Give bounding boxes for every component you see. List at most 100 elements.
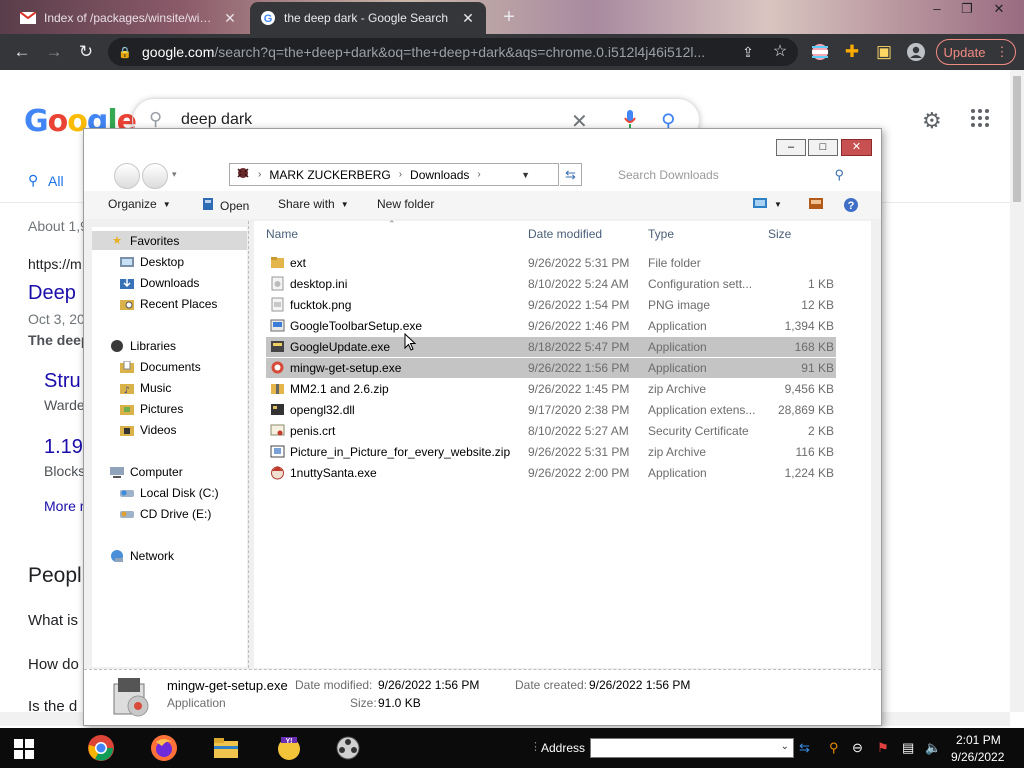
question-1[interactable]: What is — [28, 612, 78, 629]
result-url[interactable]: https://m — [28, 256, 82, 272]
back-icon[interactable]: ← — [10, 40, 34, 64]
nav-cd-drive[interactable]: CD Drive (E:) — [120, 504, 211, 523]
pane-divider[interactable] — [248, 221, 249, 668]
file-row[interactable]: fucktok.png 9/26/2022 1:54 PM PNG image … — [266, 295, 836, 315]
no-entry-icon[interactable]: ⊖ — [852, 740, 863, 756]
reload-icon[interactable]: ↻ — [74, 40, 98, 64]
explorer-minimize-button[interactable]: – — [776, 139, 806, 156]
scrollbar-thumb[interactable] — [1013, 76, 1021, 202]
file-row[interactable]: penis.crt 8/10/2022 5:27 AM Security Cer… — [266, 421, 836, 441]
file-row-selected[interactable]: mingw-get-setup.exe 9/26/2022 1:56 PM Ap… — [266, 358, 836, 378]
address-toolbar-input[interactable]: ⌄ — [590, 738, 794, 758]
explorer-title-bar[interactable]: – □ ✕ — [84, 129, 881, 159]
breadcrumb-user[interactable]: MARK ZUCKERBERG — [269, 168, 390, 182]
window-minimize-button[interactable]: – — [922, 0, 952, 20]
profile-flag-icon[interactable] — [808, 40, 832, 64]
explorer-close-button[interactable]: ✕ — [841, 139, 872, 156]
breadcrumb-separator-icon[interactable]: › — [477, 169, 480, 180]
explorer-refresh-icon[interactable]: ⇆ — [560, 163, 582, 186]
file-row-selected[interactable]: GoogleUpdate.exe 8/18/2022 5:47 PM Appli… — [266, 337, 836, 357]
firefox-icon[interactable] — [150, 734, 178, 762]
explorer-address-bar[interactable]: › MARK ZUCKERBERG › Downloads › ▼ — [229, 163, 559, 186]
new-tab-button[interactable]: + — [498, 6, 520, 28]
search-icon[interactable]: ⚲ — [829, 740, 839, 756]
nav-music[interactable]: ♪ Music — [120, 378, 171, 397]
result-title[interactable]: Deep I — [28, 282, 87, 305]
tab-all-icon[interactable]: ⚲ — [28, 172, 38, 189]
tab-index-packages[interactable]: Index of /packages/winsite/win... ✕ — [10, 2, 248, 34]
file-row[interactable]: ext 9/26/2022 5:31 PM File folder — [266, 253, 836, 273]
update-button[interactable]: Update ⋮ — [936, 39, 1016, 65]
more-results-link[interactable]: More r — [44, 498, 84, 514]
chrome-icon[interactable] — [87, 734, 115, 762]
flag-icon[interactable]: ⚑ — [877, 740, 889, 756]
help-icon[interactable]: ? — [843, 197, 859, 213]
question-3[interactable]: Is the d — [28, 698, 77, 712]
new-folder-button[interactable]: New folder — [377, 197, 434, 211]
share-icon[interactable]: ⇪ — [736, 40, 760, 64]
nav-local-disk[interactable]: Local Disk (C:) — [120, 483, 219, 502]
explorer-maximize-button[interactable]: □ — [808, 139, 838, 156]
explorer-search-input[interactable]: Search Downloads ⚲ — [608, 163, 852, 186]
preview-pane-icon[interactable] — [808, 197, 824, 210]
film-icon[interactable] — [334, 734, 362, 762]
windows-start-icon[interactable] — [14, 739, 34, 759]
toolbar-grip-icon[interactable]: ⋮ — [530, 740, 541, 753]
column-header-size[interactable]: Size — [768, 227, 791, 241]
nav-documents[interactable]: Documents — [120, 357, 201, 376]
search-query[interactable]: deep dark — [181, 111, 252, 129]
column-header-type[interactable]: Type — [648, 227, 674, 241]
file-explorer-icon[interactable] — [212, 734, 240, 762]
dropdown-arrow-icon[interactable]: ⌄ — [781, 741, 789, 752]
file-row[interactable]: GoogleToolbarSetup.exe 9/26/2022 1:46 PM… — [266, 316, 836, 336]
breadcrumb-separator-icon[interactable]: › — [399, 169, 402, 180]
nav-computer[interactable]: Computer — [110, 462, 183, 481]
column-header-name[interactable]: Name — [266, 227, 298, 241]
address-dropdown-icon[interactable]: ▼ — [521, 170, 530, 180]
profile-icon[interactable] — [904, 40, 928, 64]
page-vertical-scrollbar[interactable] — [1010, 70, 1024, 712]
sidepanel-icon[interactable]: ▣ — [872, 40, 896, 64]
related-title-2[interactable]: 1.19 — [44, 436, 83, 459]
tab-google-search[interactable]: G the deep dark - Google Search ✕ — [250, 2, 486, 34]
question-2[interactable]: How do — [28, 656, 79, 673]
forward-icon[interactable]: → — [42, 40, 66, 64]
window-restore-button[interactable]: ❐ — [952, 0, 982, 20]
file-row[interactable]: desktop.ini 8/10/2022 5:24 AM Configurat… — [266, 274, 836, 294]
related-title-1[interactable]: Stru — [44, 370, 81, 393]
recent-pages-chevron-icon[interactable]: ▾ — [172, 169, 177, 180]
tab-close-icon[interactable]: ✕ — [460, 10, 476, 27]
explorer-forward-button[interactable] — [142, 163, 168, 189]
organize-button[interactable]: Organize ▼ — [108, 197, 171, 211]
breadcrumb-separator-icon[interactable]: › — [258, 169, 261, 180]
file-row[interactable]: opengl32.dll 9/17/2020 2:38 PM Applicati… — [266, 400, 836, 420]
clock-date[interactable]: 9/26/2022 — [951, 750, 1004, 764]
extensions-icon[interactable]: ✚ — [840, 40, 864, 64]
nav-recent-places[interactable]: Recent Places — [120, 294, 217, 313]
nav-videos[interactable]: Videos — [120, 420, 176, 439]
tab-all[interactable]: All — [48, 173, 64, 189]
open-button[interactable]: Open — [202, 197, 249, 214]
clock-time[interactable]: 2:01 PM — [956, 733, 1001, 747]
explorer-back-button[interactable] — [114, 163, 140, 189]
column-header-date[interactable]: Date modified — [528, 227, 602, 241]
volume-icon[interactable]: 🔈 — [925, 740, 941, 756]
address-bar[interactable]: 🔒 google.com /search?q=the+deep+dark&oq=… — [108, 38, 798, 66]
breadcrumb-downloads[interactable]: Downloads — [410, 168, 469, 182]
file-row[interactable]: Picture_in_Picture_for_every_website.zip… — [266, 442, 836, 462]
nav-downloads[interactable]: Downloads — [120, 273, 199, 292]
nav-network[interactable]: Network — [110, 546, 174, 565]
apps-icon[interactable] — [970, 108, 990, 134]
file-row[interactable]: MM2.1 and 2.6.zip 9/26/2022 1:45 PM zip … — [266, 379, 836, 399]
share-with-button[interactable]: Share with ▼ — [278, 197, 349, 211]
file-row[interactable]: 1nuttySanta.exe 9/26/2022 2:00 PM Applic… — [266, 463, 836, 483]
search-icon[interactable]: ⚲ — [834, 167, 844, 183]
nav-desktop[interactable]: Desktop — [120, 252, 184, 271]
tab-close-icon[interactable]: ✕ — [222, 10, 238, 27]
nav-favorites[interactable]: ★ Favorites — [92, 231, 247, 250]
network-tray-icon[interactable]: ▤ — [902, 740, 914, 756]
go-arrows-icon[interactable]: ⇆ — [799, 740, 810, 756]
window-close-button[interactable]: ✕ — [984, 0, 1014, 20]
change-view-button[interactable]: ▼ — [752, 197, 782, 212]
nav-pictures[interactable]: Pictures — [120, 399, 183, 418]
